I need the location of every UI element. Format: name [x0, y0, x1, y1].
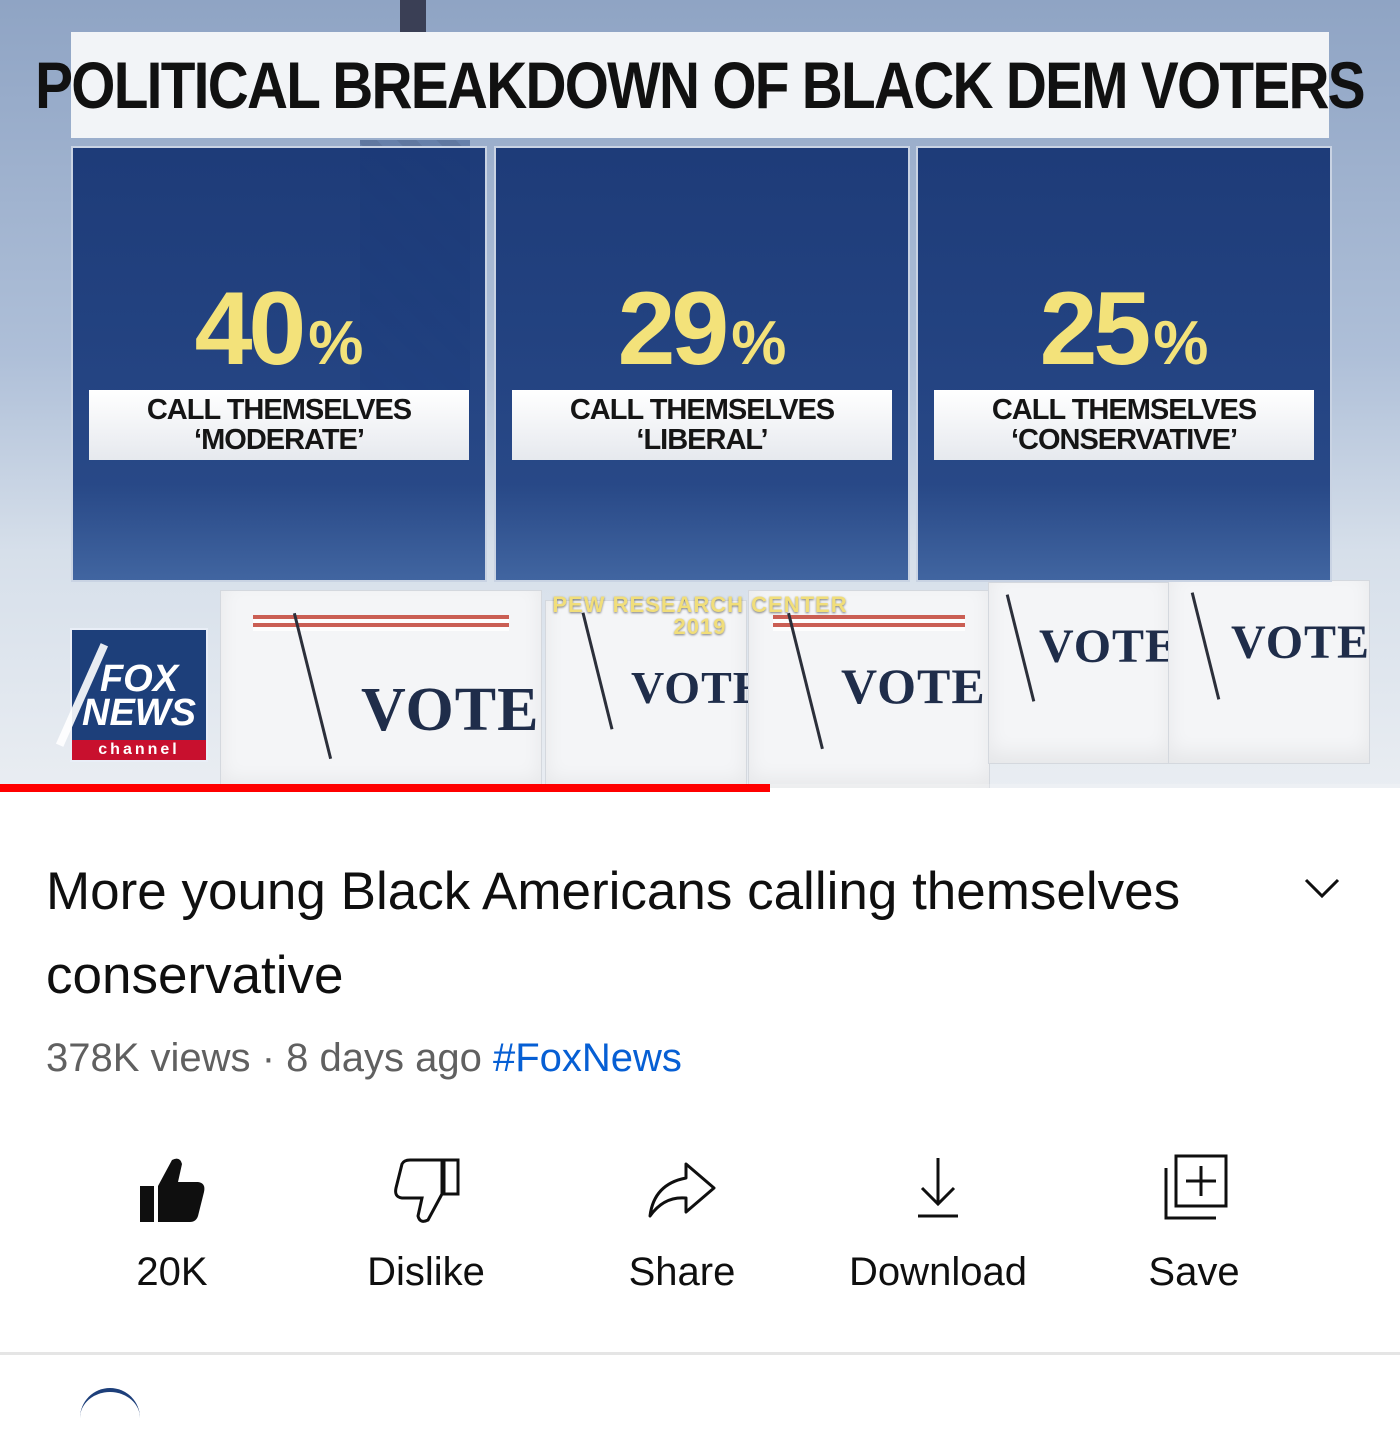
- chevron-down-icon: [1304, 878, 1340, 899]
- ballot-box: VOTE: [220, 590, 542, 788]
- graphic-title: POLITICAL BREAKDOWN OF BLACK DEM VOTERS: [35, 48, 1367, 122]
- ballot-vote-text: VOTE: [1231, 616, 1371, 669]
- stat-label: CALL THEMSELVES ‘LIBERAL’: [512, 390, 892, 460]
- ballot-box: VOTE: [1168, 580, 1370, 764]
- meta-separator: ·: [261, 1036, 276, 1080]
- save-label: Save: [1148, 1250, 1240, 1294]
- stat-panel-conservative: 25% CALL THEMSELVES ‘CONSERVATIVE’: [916, 146, 1332, 582]
- graphic-title-banner: POLITICAL BREAKDOWN OF BLACK DEM VOTERS: [36, 32, 1366, 138]
- video-player[interactable]: VOTE VOTE VOTE VOTE VOTE POLITICAL BREAK…: [0, 0, 1400, 788]
- hashtag-link[interactable]: #FoxNews: [493, 1036, 682, 1080]
- download-icon: [918, 1158, 958, 1218]
- stat-percent: 40%: [194, 271, 364, 387]
- progress-bar-played[interactable]: [0, 784, 770, 792]
- ballot-box: VOTE: [988, 582, 1177, 764]
- stat-panel-liberal: 29% CALL THEMSELVES ‘LIBERAL’: [494, 146, 910, 582]
- stat-percent: 29%: [617, 271, 787, 387]
- stat-panel-moderate: 40% CALL THEMSELVES ‘MODERATE’: [71, 146, 487, 582]
- like-button[interactable]: 20K: [52, 1150, 292, 1300]
- fox-news-logo: FOX NEWS channel: [55, 628, 208, 762]
- save-to-playlist-icon: [1164, 1154, 1228, 1220]
- video-meta: 378K views · 8 days ago #FoxNews: [46, 1036, 682, 1081]
- download-label: Download: [849, 1250, 1027, 1294]
- view-count: 378K views: [46, 1036, 251, 1080]
- stat-percent: 25%: [1039, 271, 1209, 387]
- expand-description-button[interactable]: [1296, 862, 1348, 914]
- ballot-vote-text: VOTE: [1039, 620, 1179, 673]
- channel-avatar[interactable]: [80, 1388, 140, 1432]
- upload-age: 8 days ago: [286, 1036, 482, 1080]
- source-credit: PEW RESEARCH CENTER 2019: [552, 592, 848, 639]
- video-title[interactable]: More young Black Americans calling thems…: [46, 850, 1226, 1018]
- like-count: 20K: [136, 1250, 208, 1294]
- share-label: Share: [628, 1250, 736, 1294]
- thumbs-up-filled-icon: [140, 1158, 205, 1222]
- ballot-vote-text: VOTE: [631, 662, 765, 713]
- download-button[interactable]: Download: [818, 1150, 1058, 1300]
- flag-pole: [400, 0, 426, 32]
- stat-panels: 40% CALL THEMSELVES ‘MODERATE’ 29% CALL …: [71, 146, 1332, 582]
- ballot-vote-text: VOTE: [841, 658, 986, 714]
- action-bar: 20K Dislike Share Download Save: [0, 1150, 1400, 1310]
- dislike-label: Dislike: [367, 1250, 485, 1294]
- dislike-button[interactable]: Dislike: [306, 1150, 546, 1300]
- share-arrow-icon: [648, 1162, 716, 1218]
- stat-label: CALL THEMSELVES ‘CONSERVATIVE’: [934, 390, 1314, 460]
- share-button[interactable]: Share: [562, 1150, 802, 1300]
- ballot-vote-text: VOTE: [361, 676, 540, 744]
- thumbs-down-icon: [394, 1158, 460, 1223]
- save-button[interactable]: Save: [1074, 1150, 1314, 1300]
- stat-label: CALL THEMSELVES ‘MODERATE’: [89, 390, 469, 460]
- section-divider: [0, 1352, 1400, 1355]
